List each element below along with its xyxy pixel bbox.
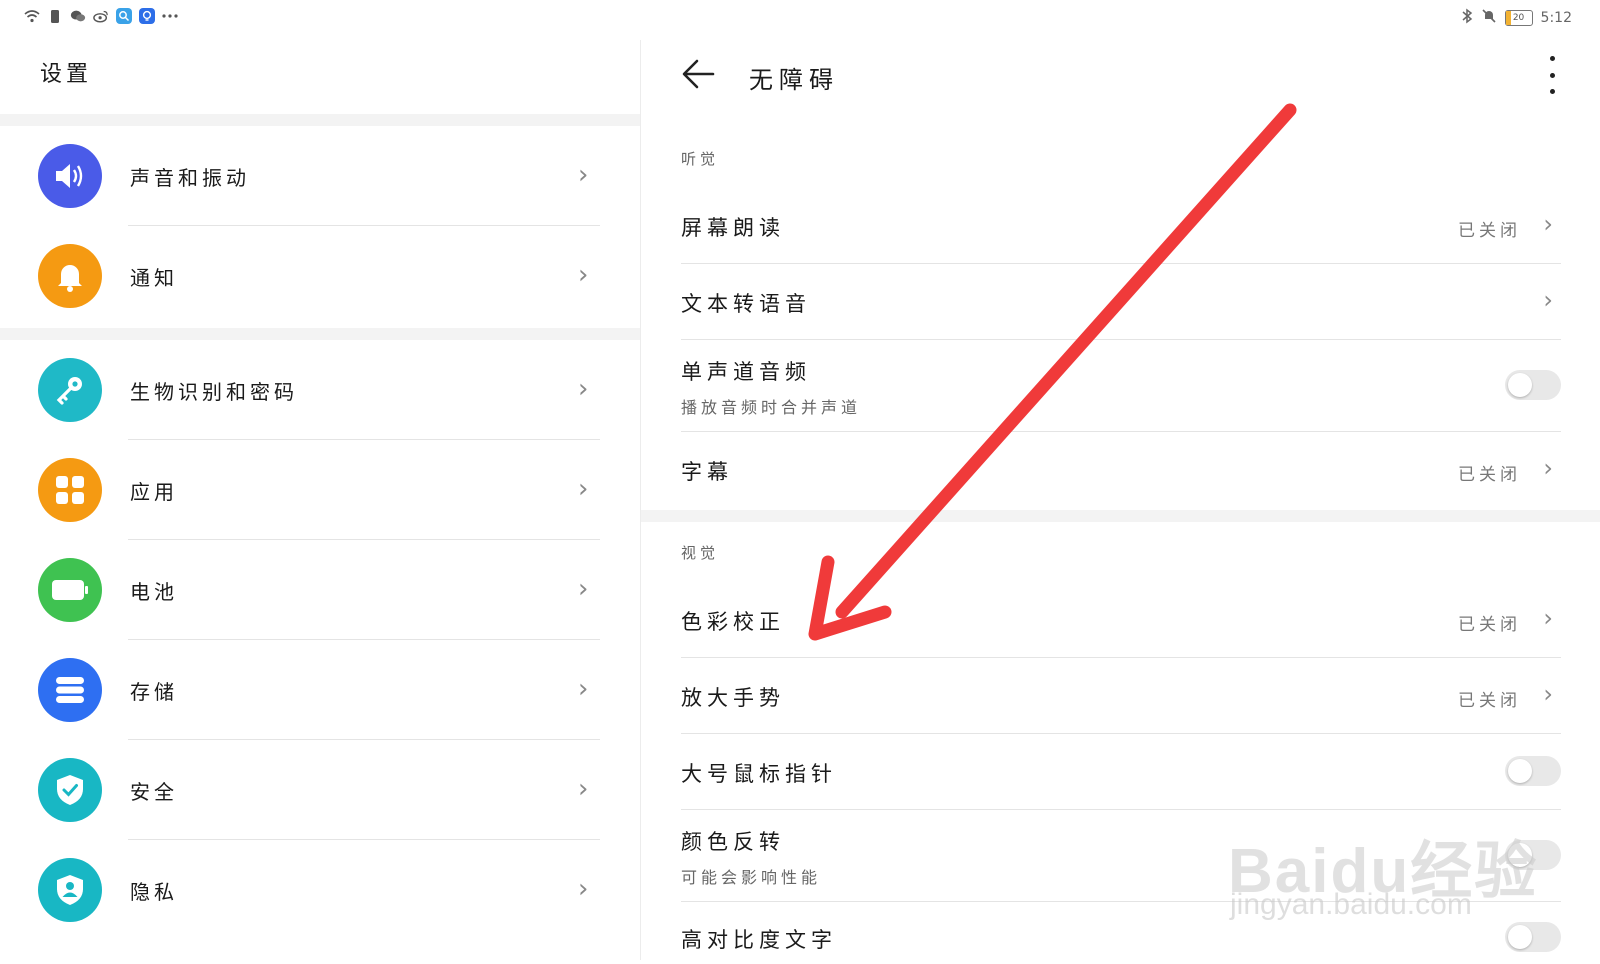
large-pointer-toggle[interactable] bbox=[1505, 756, 1561, 786]
color-inversion-toggle[interactable] bbox=[1505, 840, 1561, 870]
section-header-hearing: 听觉 bbox=[681, 150, 720, 168]
row-title: 文本转语音 bbox=[681, 292, 811, 316]
chevron-right-icon: › bbox=[1543, 286, 1553, 314]
row-magnification-gesture[interactable]: 放大手势 已关闭 › bbox=[681, 658, 1561, 734]
group-separator bbox=[0, 114, 640, 126]
row-status: 已关闭 bbox=[1458, 221, 1521, 241]
section-header-vision: 视觉 bbox=[681, 544, 720, 562]
chevron-right-icon: › bbox=[578, 674, 589, 704]
wechat-icon bbox=[70, 8, 86, 24]
weibo-icon bbox=[93, 8, 109, 24]
row-title: 颜色反转 bbox=[681, 830, 785, 854]
battery-icon bbox=[38, 558, 102, 622]
chevron-right-icon: › bbox=[578, 574, 589, 604]
row-subtitle: 播放音频时合并声道 bbox=[681, 398, 862, 417]
more-dots-icon bbox=[162, 8, 178, 24]
more-options-icon[interactable] bbox=[1547, 56, 1557, 94]
row-large-pointer[interactable]: 大号鼠标指针 bbox=[681, 734, 1561, 810]
chevron-right-icon: › bbox=[578, 260, 589, 290]
settings-item-label: 电池 bbox=[130, 580, 178, 604]
settings-item-sound[interactable]: 声音和振动 › bbox=[0, 126, 640, 226]
status-right: 20 5:12 bbox=[1461, 8, 1572, 28]
settings-item-label: 通知 bbox=[130, 266, 178, 290]
mono-audio-toggle[interactable] bbox=[1505, 370, 1561, 400]
row-screen-reader[interactable]: 屏幕朗读 已关闭 › bbox=[681, 190, 1561, 264]
settings-item-label: 应用 bbox=[130, 480, 178, 504]
settings-list-pane: 设置 声音和振动 › 通知 › 生物识别和密码 › 应用 › 电池 › 存储 ›… bbox=[0, 40, 640, 960]
group-separator bbox=[0, 328, 640, 340]
row-color-inversion[interactable]: 颜色反转 可能会影响性能 bbox=[681, 810, 1561, 902]
settings-item-battery[interactable]: 电池 › bbox=[0, 540, 640, 640]
row-captions[interactable]: 字幕 已关闭 › bbox=[681, 432, 1561, 508]
row-title: 色彩校正 bbox=[681, 610, 785, 634]
mute-bell-icon bbox=[1481, 8, 1497, 28]
chevron-right-icon: › bbox=[1543, 454, 1553, 482]
bell-icon bbox=[38, 244, 102, 308]
shield-icon bbox=[38, 758, 102, 822]
chevron-right-icon: › bbox=[578, 374, 589, 404]
row-subtitle: 可能会影响性能 bbox=[681, 868, 822, 887]
row-high-contrast-text[interactable]: 高对比度文字 bbox=[681, 902, 1561, 960]
apps-grid-icon bbox=[38, 458, 102, 522]
back-arrow-icon[interactable] bbox=[679, 54, 719, 94]
row-title: 大号鼠标指针 bbox=[681, 762, 837, 786]
speaker-icon bbox=[38, 144, 102, 208]
settings-item-apps[interactable]: 应用 › bbox=[0, 440, 640, 540]
row-title: 单声道音频 bbox=[681, 360, 811, 384]
row-status: 已关闭 bbox=[1458, 691, 1521, 711]
status-left-icons bbox=[24, 8, 178, 24]
settings-item-notifications[interactable]: 通知 › bbox=[0, 226, 640, 326]
settings-item-label: 存储 bbox=[130, 680, 178, 704]
row-title: 屏幕朗读 bbox=[681, 216, 785, 240]
chevron-right-icon: › bbox=[1543, 680, 1553, 708]
chevron-right-icon: › bbox=[578, 474, 589, 504]
row-title: 高对比度文字 bbox=[681, 928, 837, 952]
wifi-icon bbox=[24, 8, 40, 24]
row-status: 已关闭 bbox=[1458, 465, 1521, 485]
chevron-right-icon: › bbox=[578, 874, 589, 904]
storage-icon bbox=[38, 658, 102, 722]
settings-item-storage[interactable]: 存储 › bbox=[0, 640, 640, 740]
settings-item-label: 生物识别和密码 bbox=[130, 380, 298, 404]
page-title: 无障碍 bbox=[749, 66, 839, 94]
settings-item-label: 安全 bbox=[130, 780, 178, 804]
sim-icon bbox=[47, 8, 63, 24]
row-color-correction[interactable]: 色彩校正 已关闭 › bbox=[681, 582, 1561, 658]
status-bar: 20 5:12 bbox=[0, 0, 1600, 40]
chevron-right-icon: › bbox=[1543, 210, 1553, 238]
bluetooth-icon bbox=[1461, 8, 1473, 28]
chevron-right-icon: › bbox=[578, 160, 589, 190]
row-status: 已关闭 bbox=[1458, 615, 1521, 635]
accessibility-detail-pane: 无障碍 听觉 屏幕朗读 已关闭 › 文本转语音 › 单声道音频 播放音频时合并声… bbox=[641, 40, 1600, 960]
app-bulb-icon bbox=[139, 8, 155, 24]
row-title: 字幕 bbox=[681, 460, 733, 484]
settings-item-label: 声音和振动 bbox=[130, 166, 250, 190]
clock: 5:12 bbox=[1540, 10, 1572, 26]
settings-item-label: 隐私 bbox=[130, 880, 178, 904]
row-title: 放大手势 bbox=[681, 686, 785, 710]
privacy-icon bbox=[38, 858, 102, 922]
key-icon bbox=[38, 358, 102, 422]
group-separator bbox=[641, 510, 1600, 522]
app-search-icon bbox=[116, 8, 132, 24]
settings-item-privacy[interactable]: 隐私 › bbox=[0, 840, 640, 940]
chevron-right-icon: › bbox=[578, 774, 589, 804]
battery-indicator: 20 bbox=[1504, 10, 1533, 26]
row-mono-audio[interactable]: 单声道音频 播放音频时合并声道 bbox=[681, 340, 1561, 432]
row-text-to-speech[interactable]: 文本转语音 › bbox=[681, 264, 1561, 340]
page-title: 设置 bbox=[40, 62, 93, 87]
high-contrast-toggle[interactable] bbox=[1505, 922, 1561, 952]
settings-item-security[interactable]: 安全 › bbox=[0, 740, 640, 840]
chevron-right-icon: › bbox=[1543, 604, 1553, 632]
settings-item-biometrics[interactable]: 生物识别和密码 › bbox=[0, 340, 640, 440]
